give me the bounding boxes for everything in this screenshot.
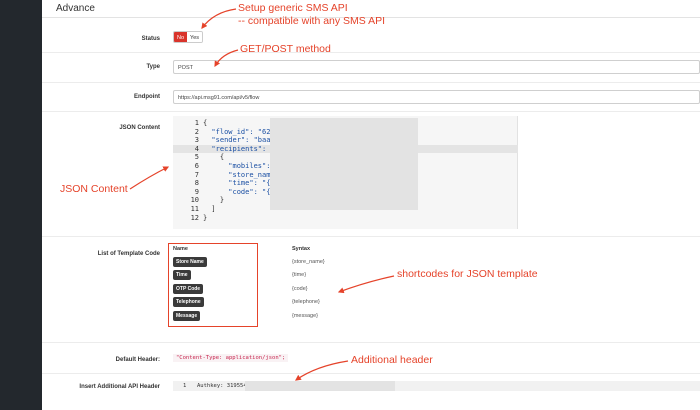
code-line: "flow_id": "627 — [203, 127, 275, 136]
row-divider — [42, 82, 700, 83]
admin-sidebar — [0, 0, 42, 410]
line-number: 4 — [194, 144, 199, 153]
code-line: "mobiles": ' — [203, 161, 279, 170]
redacted-block — [270, 118, 418, 210]
line-number: 10 — [190, 196, 199, 205]
code-line: "recipients": [ — [203, 144, 275, 153]
line-number: 3 — [194, 136, 199, 145]
row-divider — [42, 342, 700, 343]
endpoint-input[interactable]: https://api.msg91.com/api/v5/flow — [173, 90, 700, 104]
code-line: } — [203, 196, 225, 205]
line-number: 6 — [194, 161, 199, 170]
template-list-label: List of Template Code — [97, 251, 160, 257]
status-toggle[interactable]: No Yes — [173, 31, 204, 43]
redacted-block — [245, 381, 395, 391]
annotation-json-content: JSON Content — [60, 183, 128, 195]
json-code-editor[interactable]: 1 2 3 4 5 6 7 8 9 10 11 12 { "flow_id": … — [173, 116, 518, 229]
annotation-additional-header: Additional header — [351, 354, 433, 366]
line-number: 11 — [190, 204, 199, 213]
template-syntax: {store_name} — [292, 259, 325, 265]
annotation-shortcodes: shortcodes for JSON template — [397, 268, 538, 280]
annotation-method: GET/POST method — [240, 43, 331, 55]
line-number: 5 — [194, 153, 199, 162]
template-syntax: {telephone} — [292, 299, 320, 305]
status-option-yes[interactable]: Yes — [187, 32, 203, 42]
code-lines: { "flow_id": "627 "sender": "baap "recip… — [203, 119, 279, 222]
annotation-sms-api-subtitle: -- compatible with any SMS API — [238, 15, 386, 27]
line-number: 9 — [194, 187, 199, 196]
template-syntax: {time} — [292, 272, 307, 278]
line-number: 2 — [194, 127, 199, 136]
default-header-value: "Content-Type: application/json"; — [173, 354, 289, 362]
line-number: 1 — [194, 119, 199, 127]
line-number: 7 — [194, 170, 199, 179]
line-number: 8 — [194, 179, 199, 188]
row-divider — [42, 373, 700, 374]
code-line: { — [203, 153, 225, 162]
annotation-highlight-box — [168, 243, 258, 327]
column-header-syntax: Syntax — [292, 246, 311, 252]
section-title: Advance — [56, 3, 95, 14]
type-select[interactable]: POST — [173, 60, 700, 74]
code-line: } — [203, 213, 208, 222]
code-line: { — [203, 119, 208, 127]
row-divider — [42, 111, 700, 112]
template-syntax: {message} — [292, 313, 318, 319]
additional-header-editor[interactable]: 1 Authkey: 319554A — [173, 381, 700, 391]
code-line: "time": "{ti — [203, 179, 279, 188]
endpoint-label: Endpoint — [134, 94, 160, 100]
additional-header-label: Insert Additional API Header — [79, 384, 160, 390]
template-syntax: {code} — [292, 286, 308, 292]
row-divider — [42, 236, 700, 237]
code-line: "store_name" — [203, 170, 279, 179]
code-line: "code": "{cc — [203, 187, 279, 196]
line-number-gutter: 1 2 3 4 5 6 7 8 9 10 11 12 — [173, 119, 199, 222]
line-number: 1 — [183, 383, 187, 389]
additional-header-value: Authkey: 319554A — [197, 383, 250, 389]
status-option-no[interactable]: No — [174, 32, 188, 42]
annotation-sms-api-title: Setup generic SMS API — [238, 2, 348, 14]
type-label: Type — [146, 64, 160, 70]
status-label: Status — [141, 36, 160, 42]
code-line: "sender": "baap — [203, 136, 275, 145]
json-content-label: JSON Content — [119, 125, 160, 131]
line-number: 12 — [190, 213, 199, 222]
row-divider — [42, 52, 700, 53]
default-header-label: Default Header: — [115, 357, 160, 363]
code-line: ] — [203, 204, 216, 213]
